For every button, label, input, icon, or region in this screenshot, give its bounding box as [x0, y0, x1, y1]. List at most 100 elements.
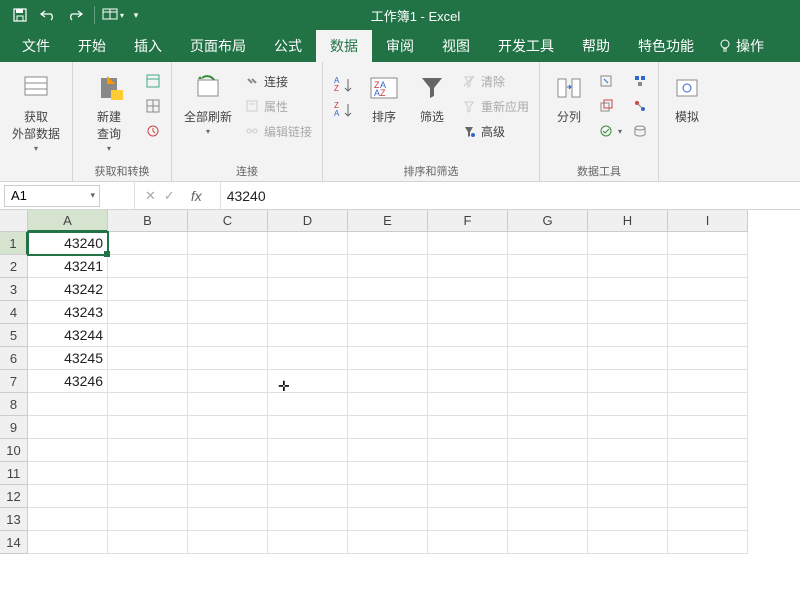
cell-E12[interactable] — [348, 485, 428, 508]
cell-B2[interactable] — [108, 255, 188, 278]
text-to-columns-button[interactable]: 分列 — [548, 66, 590, 125]
cell-E7[interactable] — [348, 370, 428, 393]
cell-F13[interactable] — [428, 508, 508, 531]
tab-insert[interactable]: 插入 — [120, 30, 176, 62]
cell-C6[interactable] — [188, 347, 268, 370]
cell-B14[interactable] — [108, 531, 188, 554]
tab-data[interactable]: 数据 — [316, 30, 372, 62]
cell-G11[interactable] — [508, 462, 588, 485]
advanced-filter-button[interactable]: 高级 — [459, 120, 531, 142]
cell-E13[interactable] — [348, 508, 428, 531]
cell-G3[interactable] — [508, 278, 588, 301]
cell-D7[interactable] — [268, 370, 348, 393]
cell-H10[interactable] — [588, 439, 668, 462]
tab-help[interactable]: 帮助 — [568, 30, 624, 62]
cell-A4[interactable]: 43243 — [28, 301, 108, 324]
row-header-6[interactable]: 6 — [0, 347, 28, 370]
tab-pagelayout[interactable]: 页面布局 — [176, 30, 260, 62]
cell-C7[interactable] — [188, 370, 268, 393]
cell-F8[interactable] — [428, 393, 508, 416]
cell-C10[interactable] — [188, 439, 268, 462]
cell-G14[interactable] — [508, 531, 588, 554]
cell-A7[interactable]: 43246 — [28, 370, 108, 393]
column-header-G[interactable]: G — [508, 210, 588, 232]
row-header-2[interactable]: 2 — [0, 255, 28, 278]
cell-H2[interactable] — [588, 255, 668, 278]
cell-C4[interactable] — [188, 301, 268, 324]
cell-I8[interactable] — [668, 393, 748, 416]
name-box[interactable]: A1 — [4, 185, 100, 207]
column-header-A[interactable]: A — [28, 210, 108, 232]
cell-I12[interactable] — [668, 485, 748, 508]
cell-B6[interactable] — [108, 347, 188, 370]
column-header-E[interactable]: E — [348, 210, 428, 232]
undo-button[interactable] — [36, 3, 60, 27]
cell-E6[interactable] — [348, 347, 428, 370]
row-header-10[interactable]: 10 — [0, 439, 28, 462]
cell-G10[interactable] — [508, 439, 588, 462]
cell-F10[interactable] — [428, 439, 508, 462]
from-table-button[interactable] — [143, 95, 163, 117]
row-header-13[interactable]: 13 — [0, 508, 28, 531]
cell-H5[interactable] — [588, 324, 668, 347]
new-query-button[interactable]: 新建 查询 ▾ — [81, 66, 137, 153]
cell-H13[interactable] — [588, 508, 668, 531]
sort-asc-button[interactable]: AZ — [331, 74, 357, 96]
qat-customize-button[interactable]: ▾ — [129, 3, 143, 27]
cell-D1[interactable] — [268, 232, 348, 255]
cell-H8[interactable] — [588, 393, 668, 416]
cell-I7[interactable] — [668, 370, 748, 393]
cell-I10[interactable] — [668, 439, 748, 462]
tab-view[interactable]: 视图 — [428, 30, 484, 62]
cell-C14[interactable] — [188, 531, 268, 554]
cancel-formula-button[interactable]: ✕ — [145, 188, 156, 204]
cell-G13[interactable] — [508, 508, 588, 531]
cell-G12[interactable] — [508, 485, 588, 508]
consolidate-button[interactable] — [630, 70, 650, 92]
column-header-F[interactable]: F — [428, 210, 508, 232]
cell-H14[interactable] — [588, 531, 668, 554]
cell-B7[interactable] — [108, 370, 188, 393]
cell-F3[interactable] — [428, 278, 508, 301]
cell-B8[interactable] — [108, 393, 188, 416]
cell-A12[interactable] — [28, 485, 108, 508]
row-header-3[interactable]: 3 — [0, 278, 28, 301]
cell-F4[interactable] — [428, 301, 508, 324]
cell-D4[interactable] — [268, 301, 348, 324]
cell-D9[interactable] — [268, 416, 348, 439]
cell-A11[interactable] — [28, 462, 108, 485]
tab-home[interactable]: 开始 — [64, 30, 120, 62]
cell-D5[interactable] — [268, 324, 348, 347]
cell-G2[interactable] — [508, 255, 588, 278]
cell-I13[interactable] — [668, 508, 748, 531]
cell-B1[interactable] — [108, 232, 188, 255]
cell-G5[interactable] — [508, 324, 588, 347]
cell-D11[interactable] — [268, 462, 348, 485]
cell-F2[interactable] — [428, 255, 508, 278]
cell-D8[interactable] — [268, 393, 348, 416]
cell-C3[interactable] — [188, 278, 268, 301]
cell-F14[interactable] — [428, 531, 508, 554]
cell-A9[interactable] — [28, 416, 108, 439]
whatif-button[interactable]: 模拟 — [667, 66, 707, 125]
qat-table-button[interactable]: ▾ — [101, 3, 125, 27]
cell-B3[interactable] — [108, 278, 188, 301]
row-header-11[interactable]: 11 — [0, 462, 28, 485]
tab-tese[interactable]: 特色功能 — [624, 30, 708, 62]
cell-B5[interactable] — [108, 324, 188, 347]
cell-I4[interactable] — [668, 301, 748, 324]
cell-G7[interactable] — [508, 370, 588, 393]
tell-me[interactable]: 操作 — [708, 30, 774, 62]
cell-F11[interactable] — [428, 462, 508, 485]
cell-F6[interactable] — [428, 347, 508, 370]
cell-B12[interactable] — [108, 485, 188, 508]
cell-B11[interactable] — [108, 462, 188, 485]
cells-area[interactable]: 43240432414324243243432444324543246 — [28, 232, 748, 554]
cell-B13[interactable] — [108, 508, 188, 531]
cell-F12[interactable] — [428, 485, 508, 508]
row-header-14[interactable]: 14 — [0, 531, 28, 554]
redo-button[interactable] — [64, 3, 88, 27]
select-all-corner[interactable] — [0, 210, 28, 232]
cell-D2[interactable] — [268, 255, 348, 278]
cell-E1[interactable] — [348, 232, 428, 255]
